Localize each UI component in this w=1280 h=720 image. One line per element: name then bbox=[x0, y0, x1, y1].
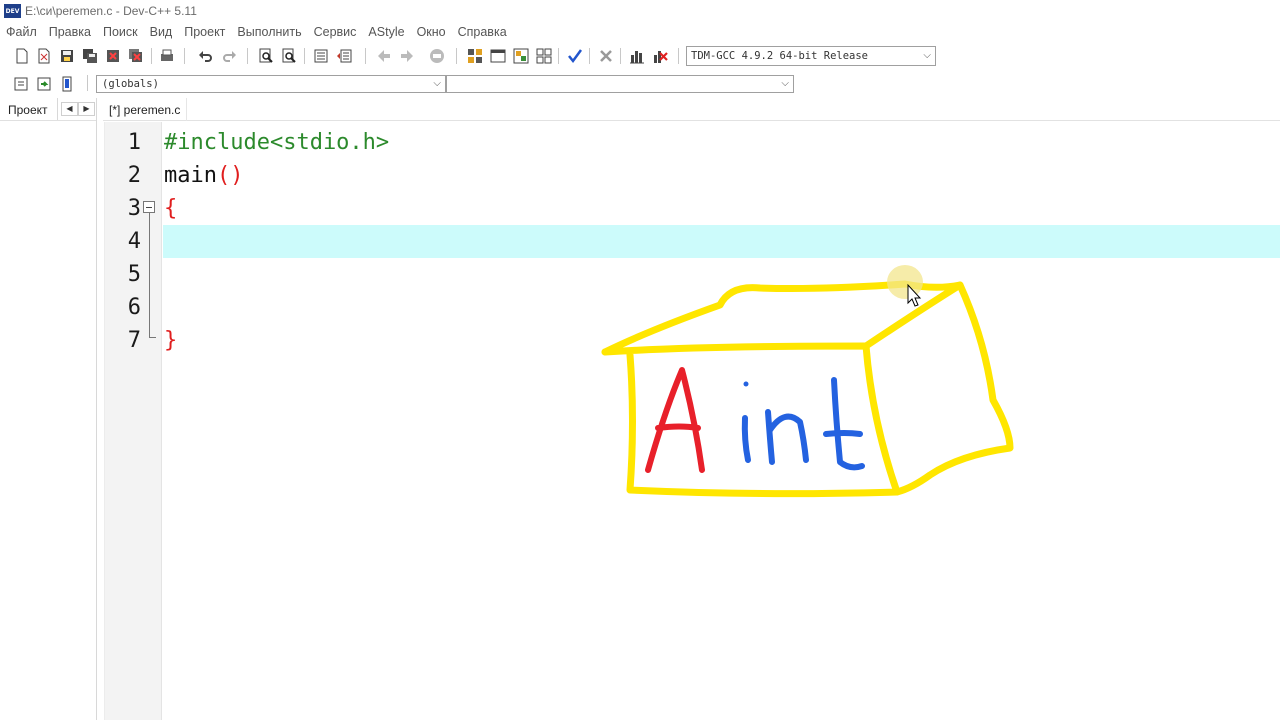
title-bar: DEV E:\си\peremen.c - Dev-C++ 5.11 bbox=[0, 0, 1280, 22]
function-select[interactable]: ⌵ bbox=[446, 75, 794, 93]
delete-icon[interactable] bbox=[597, 47, 615, 65]
chevron-down-icon: ⌵ bbox=[433, 78, 441, 89]
code-editor[interactable]: 1 2 3 4 5 6 7 #include<stdio.h> main() {} bbox=[104, 122, 1280, 720]
code-line[interactable]: main() bbox=[164, 159, 1280, 192]
forward-icon[interactable] bbox=[398, 47, 416, 65]
goto-icon[interactable] bbox=[428, 47, 446, 65]
editor-tabs: [*] peremen.c bbox=[103, 98, 1280, 121]
tab-project[interactable]: Проект bbox=[0, 98, 58, 120]
menu-item-0[interactable]: Файл bbox=[0, 25, 43, 39]
undo-icon[interactable] bbox=[197, 47, 215, 65]
code-line[interactable] bbox=[164, 291, 1280, 324]
fold-end bbox=[149, 337, 156, 338]
line-number: 6 bbox=[127, 295, 141, 320]
compiler-select[interactable]: TDM-GCC 4.9.2 64-bit Release ⌵ bbox=[686, 46, 936, 66]
project-panel: Проект ◀ ▶ bbox=[0, 98, 97, 720]
main-toolbar bbox=[0, 42, 1280, 70]
code-token: } bbox=[164, 328, 178, 353]
find-icon[interactable] bbox=[257, 47, 275, 65]
open-icon[interactable] bbox=[35, 47, 53, 65]
indent-icon[interactable] bbox=[312, 47, 330, 65]
tab-peremen-c[interactable]: [*] peremen.c bbox=[103, 98, 188, 121]
close-icon[interactable] bbox=[104, 47, 122, 65]
new-file-icon[interactable] bbox=[13, 47, 31, 65]
line-number: 5 bbox=[127, 262, 141, 287]
code-line[interactable] bbox=[164, 258, 1280, 291]
code-token: main bbox=[164, 163, 217, 188]
scope-select-value: (globals) bbox=[102, 78, 159, 90]
code-token: #include<stdio.h> bbox=[164, 130, 390, 155]
code-token: { bbox=[164, 196, 178, 221]
code-token: () bbox=[216, 163, 244, 188]
back-icon[interactable] bbox=[375, 47, 393, 65]
line-number: 4 bbox=[127, 229, 141, 254]
menu-item-6[interactable]: Сервис bbox=[308, 25, 363, 39]
menu-item-3[interactable]: Вид bbox=[144, 25, 179, 39]
line-number: 2 bbox=[127, 163, 141, 188]
menu-item-9[interactable]: Справка bbox=[452, 25, 513, 39]
menu-item-2[interactable]: Поиск bbox=[97, 25, 144, 39]
unindent-icon[interactable] bbox=[335, 47, 353, 65]
print-icon[interactable] bbox=[158, 47, 176, 65]
tab-prev-button[interactable]: ◀ bbox=[61, 102, 78, 116]
code-line[interactable]: { bbox=[164, 192, 1280, 225]
menu-item-7[interactable]: AStyle bbox=[362, 25, 410, 39]
menu-item-5[interactable]: Выполнить bbox=[231, 25, 307, 39]
close-all-icon[interactable] bbox=[127, 47, 145, 65]
line-number: 3 bbox=[127, 196, 141, 221]
compiler-select-value: TDM-GCC 4.9.2 64-bit Release bbox=[691, 50, 869, 62]
project-tree[interactable] bbox=[0, 120, 96, 720]
line-number: 1 bbox=[127, 130, 141, 155]
goto-bookmark-icon[interactable] bbox=[58, 75, 76, 93]
replace-icon[interactable] bbox=[280, 47, 298, 65]
profile-icon[interactable] bbox=[651, 47, 669, 65]
class-browser-icon[interactable] bbox=[512, 47, 530, 65]
line-number: 7 bbox=[127, 328, 141, 353]
save-icon[interactable] bbox=[58, 47, 76, 65]
code-line[interactable]: } bbox=[164, 324, 1280, 357]
menu-item-8[interactable]: Окно bbox=[411, 25, 452, 39]
window-title: E:\си\peremen.c - Dev-C++ 5.11 bbox=[25, 4, 197, 18]
insert-icon[interactable] bbox=[12, 75, 30, 93]
project-icon[interactable] bbox=[466, 47, 484, 65]
menu-item-1[interactable]: Правка bbox=[43, 25, 97, 39]
check-syntax-icon[interactable] bbox=[566, 47, 584, 65]
app-icon: DEV bbox=[4, 4, 21, 18]
code-line[interactable]: #include<stdio.h> bbox=[164, 126, 1280, 159]
active-code-line[interactable] bbox=[163, 225, 1280, 258]
menu-item-4[interactable]: Проект bbox=[178, 25, 231, 39]
save-all-icon[interactable] bbox=[81, 47, 99, 65]
window-icon[interactable] bbox=[489, 47, 507, 65]
fold-line bbox=[149, 213, 150, 337]
tab-next-button[interactable]: ▶ bbox=[78, 102, 95, 116]
toggle-bookmark-icon[interactable] bbox=[35, 75, 53, 93]
line-gutter: 1 2 3 4 5 6 7 bbox=[105, 122, 162, 720]
chevron-down-icon: ⌵ bbox=[781, 78, 789, 89]
grid-icon[interactable] bbox=[535, 47, 553, 65]
chart-icon[interactable] bbox=[628, 47, 646, 65]
menu-bar: Файл Правка Поиск Вид Проект Выполнить Сервис A… bbox=[0, 22, 1280, 42]
fold-toggle-icon[interactable] bbox=[143, 201, 155, 213]
redo-icon[interactable] bbox=[220, 47, 238, 65]
chevron-down-icon: ⌵ bbox=[923, 50, 931, 61]
scope-select[interactable]: (globals) ⌵ bbox=[96, 75, 446, 93]
